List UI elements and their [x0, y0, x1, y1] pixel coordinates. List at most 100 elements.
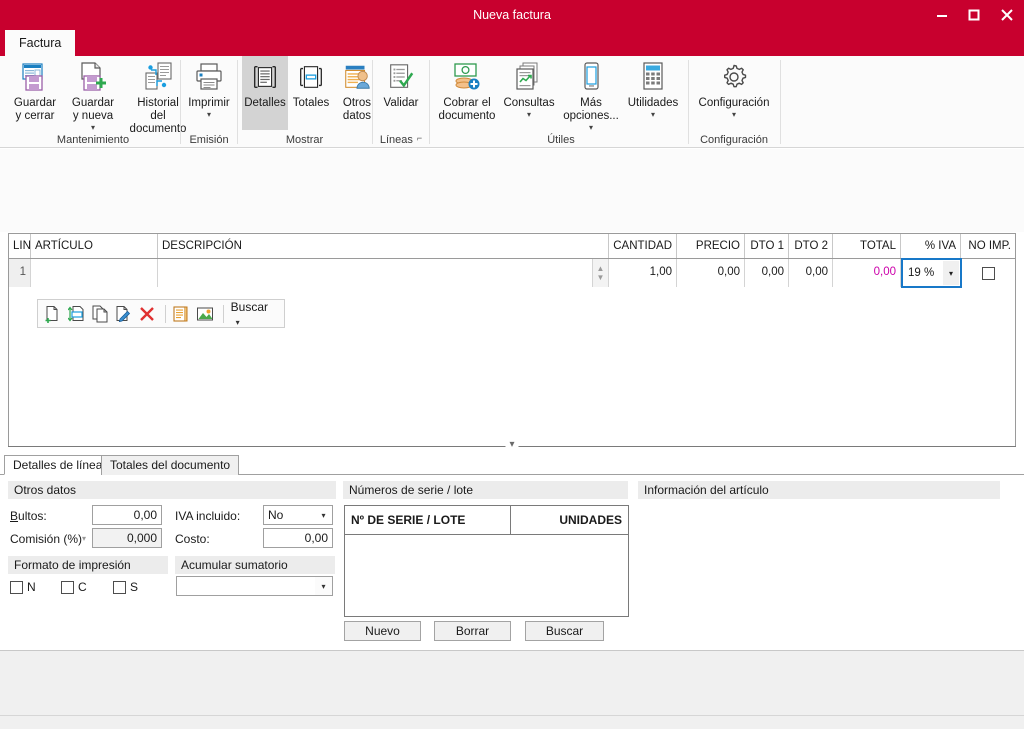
- cell-precio[interactable]: 0,00: [677, 259, 745, 287]
- nuevo-label: Nuevo: [365, 624, 400, 638]
- buscar-label: Buscar: [545, 624, 584, 638]
- bultos-input[interactable]: 0,00: [92, 505, 162, 525]
- title-bar: Nueva factura: [0, 0, 1024, 30]
- formato-checkbox-n[interactable]: N: [10, 580, 36, 594]
- delete-line-icon[interactable]: [137, 303, 157, 324]
- comision-input[interactable]: 0,000: [92, 528, 162, 548]
- ribbon-button-label: Cobrar el documento: [438, 97, 496, 122]
- notes-icon[interactable]: [171, 303, 191, 324]
- ribbon-button-imprimir[interactable]: Imprimir ▾: [184, 56, 234, 119]
- comision-dropdown-icon[interactable]: ▾: [82, 534, 86, 543]
- no-imp-checkbox[interactable]: [982, 266, 995, 280]
- ribbon-group-lineas: Validar Líneas ⌐: [373, 56, 429, 148]
- chevron-down-icon[interactable]: ▾: [527, 110, 531, 119]
- cell-cantidad[interactable]: 1,00: [609, 259, 677, 287]
- cell-articulo[interactable]: [31, 259, 158, 287]
- column-header-n-de-serie: Nº DE SERIE / LOTE: [351, 513, 466, 527]
- checkbox-c-label: C: [78, 580, 87, 594]
- minimize-icon[interactable]: [926, 0, 958, 30]
- ribbon-button-totales[interactable]: Totales: [288, 56, 334, 110]
- serie-lote-listbox[interactable]: Nº DE SERIE / LOTE UNIDADES: [344, 505, 629, 617]
- buscar-dropdown-button[interactable]: Buscar ▾: [231, 300, 279, 328]
- ribbon-button-mas-opciones[interactable]: Más opciones... ▾: [558, 56, 624, 132]
- insert-line-icon[interactable]: [66, 303, 86, 324]
- cell-dto2[interactable]: 0,00: [789, 259, 833, 287]
- formato-checkbox-s[interactable]: S: [113, 580, 138, 594]
- save-close-icon: [19, 60, 51, 94]
- chevron-down-icon[interactable]: ▾: [505, 439, 519, 450]
- table-row[interactable]: 1 ▲ ▼ 1,00 0,00 0,00 0,00 0,00 19 % ▾: [9, 258, 1015, 288]
- column-header-precio[interactable]: PRECIO: [677, 234, 745, 258]
- chevron-down-icon[interactable]: ▾: [651, 110, 655, 119]
- cell-dto1[interactable]: 0,00: [745, 259, 789, 287]
- cell-total[interactable]: 0,00: [833, 259, 901, 287]
- column-header-lin[interactable]: LIN: [9, 234, 31, 258]
- column-header-articulo[interactable]: ARTÍCULO: [31, 234, 158, 258]
- chevron-down-icon[interactable]: ▾: [315, 506, 332, 524]
- column-header-unidades: UNIDADES: [559, 513, 622, 527]
- status-divider: [0, 715, 1024, 716]
- more-options-icon: [575, 60, 607, 94]
- tab-totales-del-documento[interactable]: Totales del documento: [101, 455, 240, 475]
- column-header-no-imp[interactable]: NO IMP.: [961, 234, 1015, 258]
- ribbon-button-validar[interactable]: Validar: [377, 56, 425, 110]
- bottom-tabs: Detalles de línea Totales del documento: [0, 455, 1024, 475]
- new-line-icon[interactable]: [43, 303, 63, 324]
- column-header-cantidad[interactable]: CANTIDAD: [609, 234, 677, 258]
- collect-money-icon: [451, 60, 483, 94]
- toolbar-separator: [222, 304, 224, 323]
- close-icon[interactable]: [990, 0, 1024, 30]
- maximize-icon[interactable]: [958, 0, 990, 30]
- iva-incluido-select[interactable]: No ▾: [263, 505, 333, 525]
- ribbon-group-label: Útiles: [547, 134, 575, 146]
- ribbon-group-mantenimiento: Guardar y cerrar Guardar y nueva ▾ Histo…: [4, 56, 186, 148]
- column-header-iva[interactable]: % IVA: [901, 234, 961, 258]
- dialog-launcher-icon[interactable]: ⌐: [417, 133, 422, 143]
- serie-lote-borrar-button[interactable]: Borrar: [434, 621, 511, 641]
- cell-no-imp[interactable]: [962, 259, 1015, 287]
- formato-checkbox-c[interactable]: C: [61, 580, 87, 594]
- chevron-down-icon[interactable]: ▾: [589, 123, 593, 132]
- checkbox-n[interactable]: [10, 580, 23, 594]
- ribbon-button-consultas[interactable]: Consultas ▾: [500, 56, 558, 119]
- chevron-down-icon[interactable]: ▾: [943, 261, 959, 285]
- tab-detalles-de-linea[interactable]: Detalles de línea: [4, 455, 112, 475]
- ribbon-button-guardar-y-cerrar[interactable]: Guardar y cerrar: [8, 56, 62, 123]
- ribbon-button-configuracion[interactable]: Configuración ▾: [693, 56, 775, 119]
- chevron-down-icon[interactable]: ▾: [91, 123, 95, 132]
- line-toolbar: Buscar ▾: [37, 299, 285, 328]
- comision-value: 0,000: [126, 531, 157, 545]
- panel-splitter[interactable]: ▾: [8, 439, 1016, 455]
- ribbon-tab-strip: Factura: [0, 30, 1024, 56]
- image-icon[interactable]: [194, 303, 214, 324]
- serie-lote-buscar-button[interactable]: Buscar: [525, 621, 604, 641]
- description-spinner[interactable]: ▲ ▼: [593, 259, 609, 287]
- checkbox-c[interactable]: [61, 580, 74, 594]
- checkbox-n-label: N: [27, 580, 36, 594]
- column-header-dto1[interactable]: DTO 1: [745, 234, 789, 258]
- ribbon-button-utilidades[interactable]: Utilidades ▾: [624, 56, 682, 119]
- cell-descripcion[interactable]: [158, 259, 593, 287]
- serie-lote-nuevo-button[interactable]: Nuevo: [344, 621, 421, 641]
- other-data-icon: [342, 60, 372, 94]
- chevron-down-icon[interactable]: ▾: [315, 577, 332, 595]
- column-header-dto2[interactable]: DTO 2: [789, 234, 833, 258]
- cell-iva-select[interactable]: 19 % ▾: [901, 258, 962, 288]
- checkbox-s[interactable]: [113, 580, 126, 594]
- cell-lin: 1: [9, 259, 31, 287]
- ribbon-button-detalles[interactable]: Detalles: [242, 56, 288, 130]
- costo-input[interactable]: 0,00: [263, 528, 333, 548]
- column-header-descripcion[interactable]: DESCRIPCIÓN: [158, 234, 609, 258]
- ribbon-button-cobrar-documento[interactable]: Cobrar el documento: [434, 56, 500, 123]
- tab-factura[interactable]: Factura: [5, 30, 76, 56]
- copy-line-icon[interactable]: [90, 303, 110, 324]
- chevron-down-icon[interactable]: ▾: [207, 110, 211, 119]
- chevron-down-icon[interactable]: ▾: [732, 110, 736, 119]
- serie-lote-title: Números de serie / lote: [343, 481, 628, 499]
- ribbon-button-guardar-y-nueva[interactable]: Guardar y nueva ▾: [62, 56, 124, 132]
- ribbon-group-emision: Imprimir ▾ Emisión: [181, 56, 237, 148]
- edit-line-icon[interactable]: [113, 303, 133, 324]
- chevron-down-icon: ▼: [596, 273, 605, 282]
- acumular-sumatorio-select[interactable]: ▾: [176, 576, 333, 596]
- column-header-total[interactable]: TOTAL: [833, 234, 901, 258]
